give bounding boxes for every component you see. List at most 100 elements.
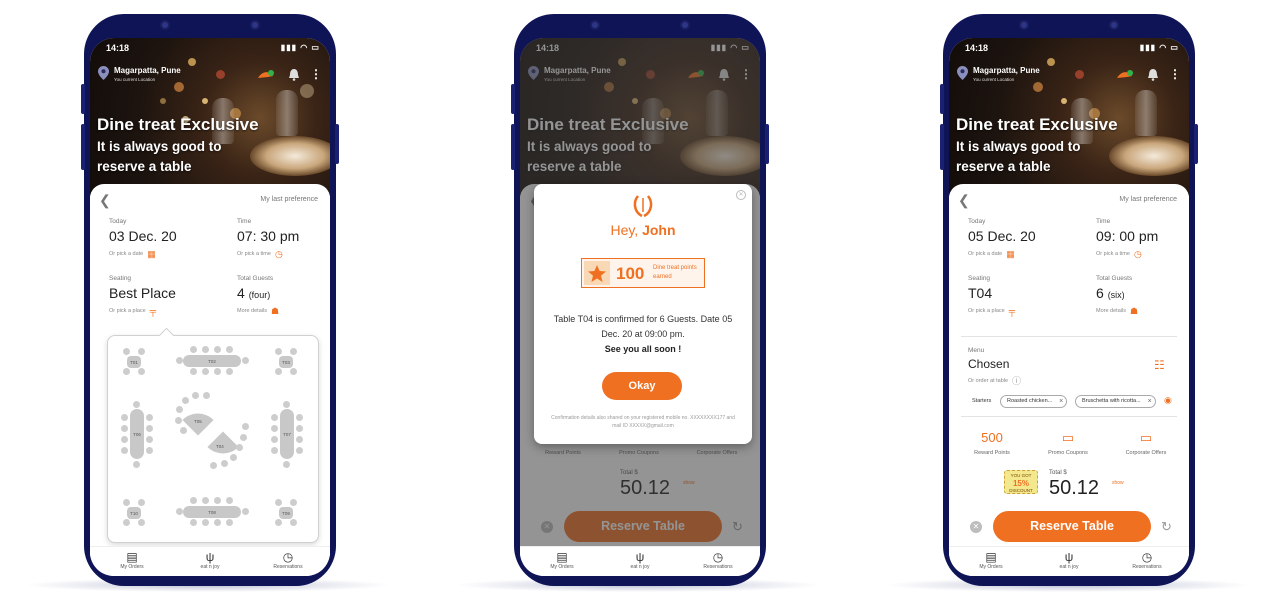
confirmation-dialog: ✕ Hey, John 100 Dine treat points earned… <box>534 184 752 444</box>
menu-card-icon[interactable]: ☷ <box>1154 358 1165 372</box>
remove-icon[interactable]: × <box>1059 396 1063 407</box>
more-details-link[interactable]: More details <box>237 308 267 314</box>
pick-place-link[interactable]: Or pick a place <box>968 308 1005 314</box>
genie-lamp-icon[interactable] <box>258 70 274 80</box>
guests-field[interactable]: Total Guests 4 (four) More details ☗ <box>237 275 279 316</box>
nav-my-orders[interactable]: ▤ My Orders <box>532 551 592 571</box>
hero-title: Dine treat Exclusive <box>956 115 1118 134</box>
reserve-table-button[interactable]: Reserve Table <box>993 511 1151 542</box>
divider <box>961 416 1177 417</box>
total-amount: 50.12 <box>1049 477 1100 499</box>
table-t02[interactable]: T02 <box>183 355 241 367</box>
nav-eat-n-joy[interactable]: ψ eat n joy <box>1039 550 1099 571</box>
time-field[interactable]: Time 09: 00 pm Or pick a time ◷ <box>1096 218 1158 259</box>
menu-field[interactable]: Menu Chosen Or order at table ⓘ <box>968 347 1021 386</box>
reservation-card: ❮ My last preference Today 05 Dec. 20 Or… <box>949 184 1189 556</box>
guests-value: 4 <box>237 285 245 301</box>
starter-chip-label: Roasted chicken... <box>1007 398 1053 404</box>
reward-points-link[interactable]: 500 Reward Points <box>957 430 1027 456</box>
nav-eat-n-joy[interactable]: ψ eat n joy <box>180 551 240 571</box>
pick-time-link[interactable]: Or pick a time <box>1096 251 1130 257</box>
nav-reservations[interactable]: ◷ Reservations <box>1117 551 1177 571</box>
location-sub: You current Location <box>114 77 156 82</box>
table-t06[interactable]: T06 <box>130 409 144 459</box>
phone-confirmation: 14:18 ▮▮▮ ◠ ▭ Magarpatta, Pune You curre… <box>511 14 769 586</box>
eat-n-joy-icon: ψ <box>1064 550 1074 564</box>
more-details-link[interactable]: More details <box>1096 308 1126 314</box>
table-icon[interactable]: ╤ <box>150 307 156 316</box>
total-label: Total $ <box>1049 470 1067 476</box>
more-menu-icon[interactable]: ⋮ <box>1169 68 1181 80</box>
starter-chip[interactable]: Bruschetta with ricotta... × <box>1075 395 1156 408</box>
date-label: Today <box>109 218 127 225</box>
promo-coupons-link[interactable]: ▭ Promo Coupons <box>1033 430 1103 456</box>
refresh-icon[interactable]: ↻ <box>1161 519 1172 535</box>
hero-banner: 14:18 ▮▮▮ ◠ ▭ Magarpatta, Pune You curre… <box>949 38 1189 196</box>
people-icon[interactable]: ☗ <box>271 307 279 316</box>
people-icon[interactable]: ☗ <box>1130 307 1138 316</box>
info-icon[interactable]: ⓘ <box>1012 377 1021 386</box>
hero-text: Dine treat Exclusive It is always good t… <box>97 115 259 177</box>
phone-floorplan: 14:18 ▮▮▮ ◠ ▭ Magarpatta, Pune You curre… <box>81 14 339 586</box>
bell-icon[interactable] <box>1147 68 1159 81</box>
starter-chip[interactable]: Roasted chicken... × <box>1000 395 1068 408</box>
floor-plan-popover: T01 T02 T03 T05 T04 T06 T07 T10 T08 T09 <box>107 335 319 543</box>
pick-place-link[interactable]: Or pick a place <box>109 308 146 314</box>
nav-my-orders[interactable]: ▤ My Orders <box>102 551 162 571</box>
last-preference-link[interactable]: My last preference <box>1119 196 1177 203</box>
last-preference-link[interactable]: My last preference <box>260 196 318 203</box>
eye-icon[interactable]: ◉ <box>1164 395 1172 406</box>
table-t03[interactable]: T03 <box>279 356 293 368</box>
back-icon[interactable]: ❮ <box>99 192 111 209</box>
table-t08[interactable]: T08 <box>183 506 241 518</box>
corporate-offers-link[interactable]: ▭ Corporate Offers <box>1111 430 1181 456</box>
clear-icon[interactable]: ✕ <box>970 521 982 533</box>
table-t07[interactable]: T07 <box>280 409 294 459</box>
city-name: Magarpatta, Pune <box>114 66 181 75</box>
date-field[interactable]: Today 05 Dec. 20 Or pick a date ▦ <box>968 218 1036 259</box>
order-at-table-link[interactable]: Or order at table <box>968 378 1008 384</box>
more-menu-icon[interactable]: ⋮ <box>310 68 322 80</box>
orders-icon: ▤ <box>985 550 997 564</box>
phone-summary: 14:18 ▮▮▮ ◠ ▭ Magarpatta, Pune You curre… <box>940 14 1198 586</box>
status-bar: 14:18 ▮▮▮ ◠ ▭ <box>965 43 1179 53</box>
clock-icon[interactable]: ◷ <box>1134 250 1142 259</box>
pick-date-link[interactable]: Or pick a date <box>109 251 143 257</box>
back-icon[interactable]: ❮ <box>958 192 970 209</box>
discount-bottom: DISCOUNT <box>1009 488 1033 493</box>
seating-field[interactable]: Seating T04 Or pick a place ╤ <box>968 275 1015 316</box>
date-field[interactable]: Today 03 Dec. 20 Or pick a date ▦ <box>109 218 177 259</box>
seating-value: Best Place <box>109 285 176 301</box>
calendar-icon[interactable]: ▦ <box>1006 250 1015 259</box>
close-icon[interactable]: ✕ <box>736 190 746 200</box>
divider <box>961 336 1177 337</box>
total-show-link[interactable]: show <box>1112 480 1124 486</box>
table-icon[interactable]: ╤ <box>1009 307 1015 316</box>
seating-field[interactable]: Seating Best Place Or pick a place ╤ <box>109 275 176 316</box>
clock-icon[interactable]: ◷ <box>275 250 283 259</box>
nav-reservations[interactable]: ◷ Reservations <box>688 551 748 571</box>
nav-my-orders[interactable]: ▤ My Orders <box>961 550 1021 571</box>
pick-time-link[interactable]: Or pick a time <box>237 251 271 257</box>
remove-icon[interactable]: × <box>1148 396 1152 407</box>
user-name: John <box>642 222 676 238</box>
pick-date-link[interactable]: Or pick a date <box>968 251 1002 257</box>
confirmation-note: Confirmation details also shared on your… <box>551 415 735 429</box>
nav-reservations[interactable]: ◷ Reservations <box>258 551 318 571</box>
discount-badge: YOU GOT 15% DISCOUNT <box>1004 470 1038 494</box>
table-t09[interactable]: T09 <box>279 507 293 519</box>
calendar-icon[interactable]: ▦ <box>147 250 156 259</box>
guests-field[interactable]: Total Guests 6 (six) More details ☗ <box>1096 275 1138 316</box>
table-t10[interactable]: T10 <box>127 507 141 519</box>
bell-icon[interactable] <box>288 68 300 81</box>
okay-button[interactable]: Okay <box>602 372 682 400</box>
table-t01[interactable]: T01 <box>127 356 141 368</box>
points-value: 100 <box>616 264 645 283</box>
genie-lamp-icon[interactable] <box>1117 70 1133 80</box>
seating-label: Seating <box>968 275 991 282</box>
clock: 14:18 <box>965 43 989 53</box>
status-bar: 14:18 ▮▮▮ ◠ ▭ <box>106 43 320 53</box>
nav-eat-n-joy[interactable]: ψ eat n joy <box>610 551 670 571</box>
menu-value: Chosen <box>968 357 1010 371</box>
time-field[interactable]: Time 07: 30 pm Or pick a time ◷ <box>237 218 299 259</box>
